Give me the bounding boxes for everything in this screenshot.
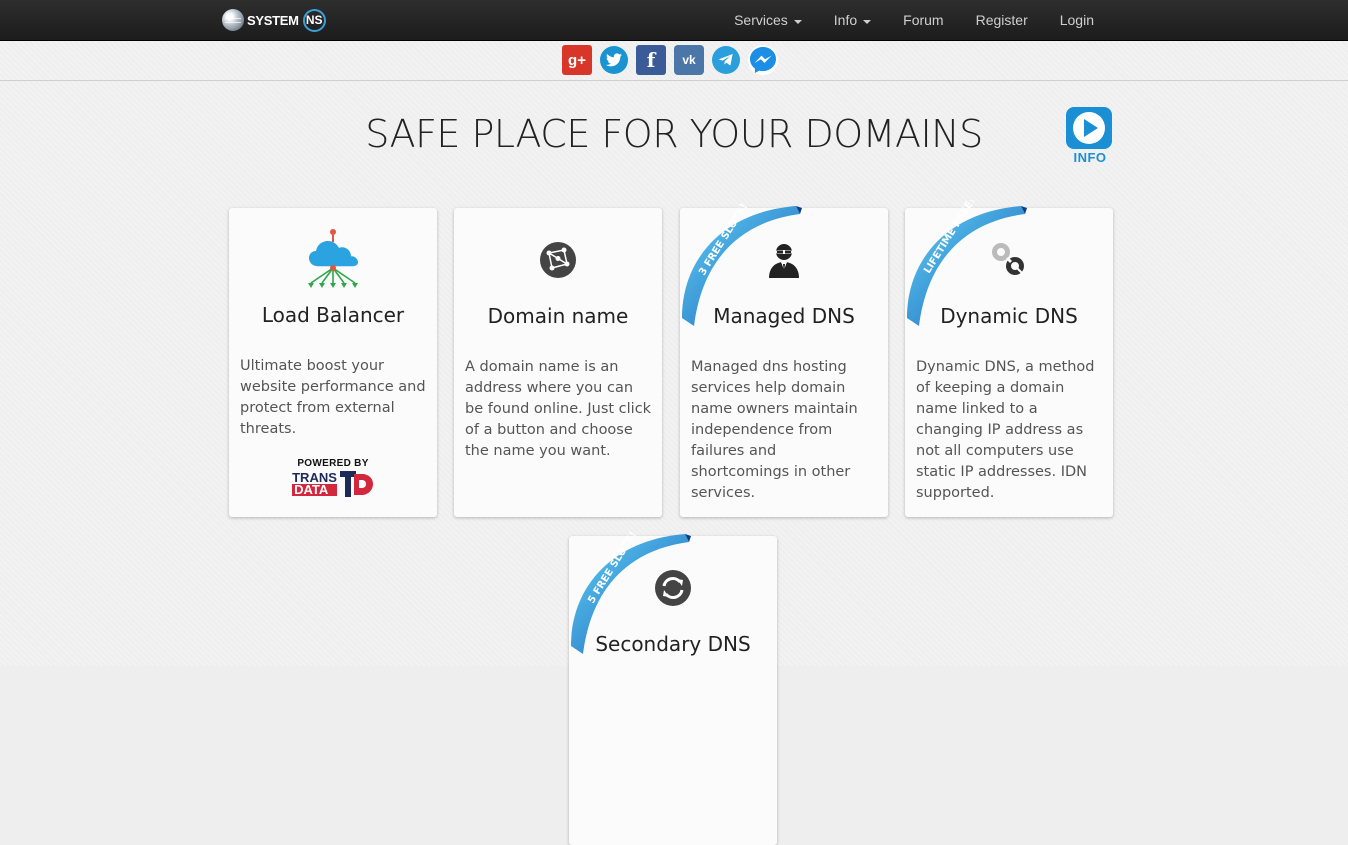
google-plus-glyph: g+	[568, 51, 586, 69]
nav-login[interactable]: Login	[1044, 0, 1110, 40]
agent-icon	[680, 236, 888, 284]
nav-register[interactable]: Register	[960, 0, 1044, 40]
free-slots-ribbon: 3 FREE SLOTS!	[682, 202, 802, 326]
nav-forum[interactable]: Forum	[887, 0, 959, 40]
card-description: Ultimate boost your website performance …	[240, 358, 426, 437]
nav-services[interactable]: Services	[718, 0, 818, 40]
powered-by-transdata[interactable]: POWERED BY TRANS DATA	[229, 458, 437, 497]
card-description: A domain name is an address where you ca…	[465, 359, 652, 459]
card-description: Dynamic DNS, a method of keeping a domai…	[916, 359, 1095, 501]
nav-services-label: Services	[734, 12, 788, 28]
nav-info[interactable]: Info	[818, 0, 887, 40]
vk-glyph: vk	[682, 53, 696, 67]
telegram-icon[interactable]	[712, 46, 740, 74]
lifetime-free-ribbon: LIFETIME FREE!	[907, 200, 1027, 326]
nav-info-label: Info	[833, 12, 858, 28]
dynamic-link-icon	[905, 236, 1113, 284]
card-dynamic-dns[interactable]: Dynamic DNS Dynamic DNS, a method of kee…	[905, 200, 1113, 517]
info-label: INFO	[1073, 150, 1107, 165]
brand-text: SYSTEM	[247, 12, 299, 28]
facebook-icon[interactable]: f	[636, 45, 666, 75]
card-domain-name[interactable]: Domain name A domain name is an address …	[454, 208, 662, 517]
cloud-network-icon	[229, 229, 437, 288]
network-globe-icon	[454, 236, 662, 284]
share-bar: g+ f vk	[0, 41, 1348, 81]
nav-forum-label: Forum	[903, 12, 944, 28]
nav-register-label: Register	[975, 12, 1028, 28]
paper-plane-icon	[718, 54, 733, 66]
globe-icon	[222, 9, 244, 31]
info-video-button[interactable]: INFO	[1066, 107, 1114, 165]
card-title: Secondary DNS	[595, 632, 751, 656]
card-title: Domain name	[487, 304, 629, 328]
nav-menu: Services Info Forum Register Login	[718, 0, 1110, 40]
share-icons: g+ f vk	[562, 45, 778, 75]
twitter-bird-icon	[606, 53, 622, 67]
brand-badge: NS	[302, 8, 326, 32]
card-secondary-dns[interactable]: Secondary DNS 5 FREE SLOTS!	[569, 530, 777, 845]
card-managed-dns[interactable]: Managed DNS Managed dns hosting services…	[680, 202, 888, 517]
powered-by-label: POWERED BY	[297, 458, 369, 469]
transdata-mark-icon	[339, 471, 373, 497]
google-plus-icon[interactable]: g+	[562, 45, 592, 75]
messenger-icon[interactable]	[748, 45, 778, 75]
caret-down-icon	[863, 19, 872, 24]
caret-down-icon	[793, 19, 802, 24]
card-description: Managed dns hosting services help domain…	[691, 359, 858, 501]
transdata-logo: TRANS DATA	[292, 471, 374, 497]
card-load-balancer[interactable]: Load Balancer Ultimate boost your websit…	[229, 208, 437, 517]
free-slots-ribbon: 5 FREE SLOTS!	[571, 530, 691, 654]
vk-icon[interactable]: vk	[674, 45, 704, 75]
play-icon	[1066, 107, 1112, 149]
messenger-bubble-icon	[750, 47, 776, 73]
card-title: Load Balancer	[261, 303, 405, 327]
twitter-icon[interactable]	[600, 46, 628, 74]
transdata-line2: DATA	[292, 483, 337, 496]
facebook-glyph: f	[646, 48, 656, 72]
page-title: SAFE PLACE FOR YOUR DOMAINS	[365, 112, 983, 156]
card-title: Managed DNS	[713, 304, 855, 328]
brand-logo[interactable]: SYSTEM NS	[222, 8, 326, 32]
card-title: Dynamic DNS	[940, 304, 1078, 328]
nav-login-label: Login	[1059, 12, 1094, 28]
top-navbar: SYSTEM NS Services Info Forum Register L…	[0, 0, 1348, 41]
sync-icon	[569, 564, 777, 612]
